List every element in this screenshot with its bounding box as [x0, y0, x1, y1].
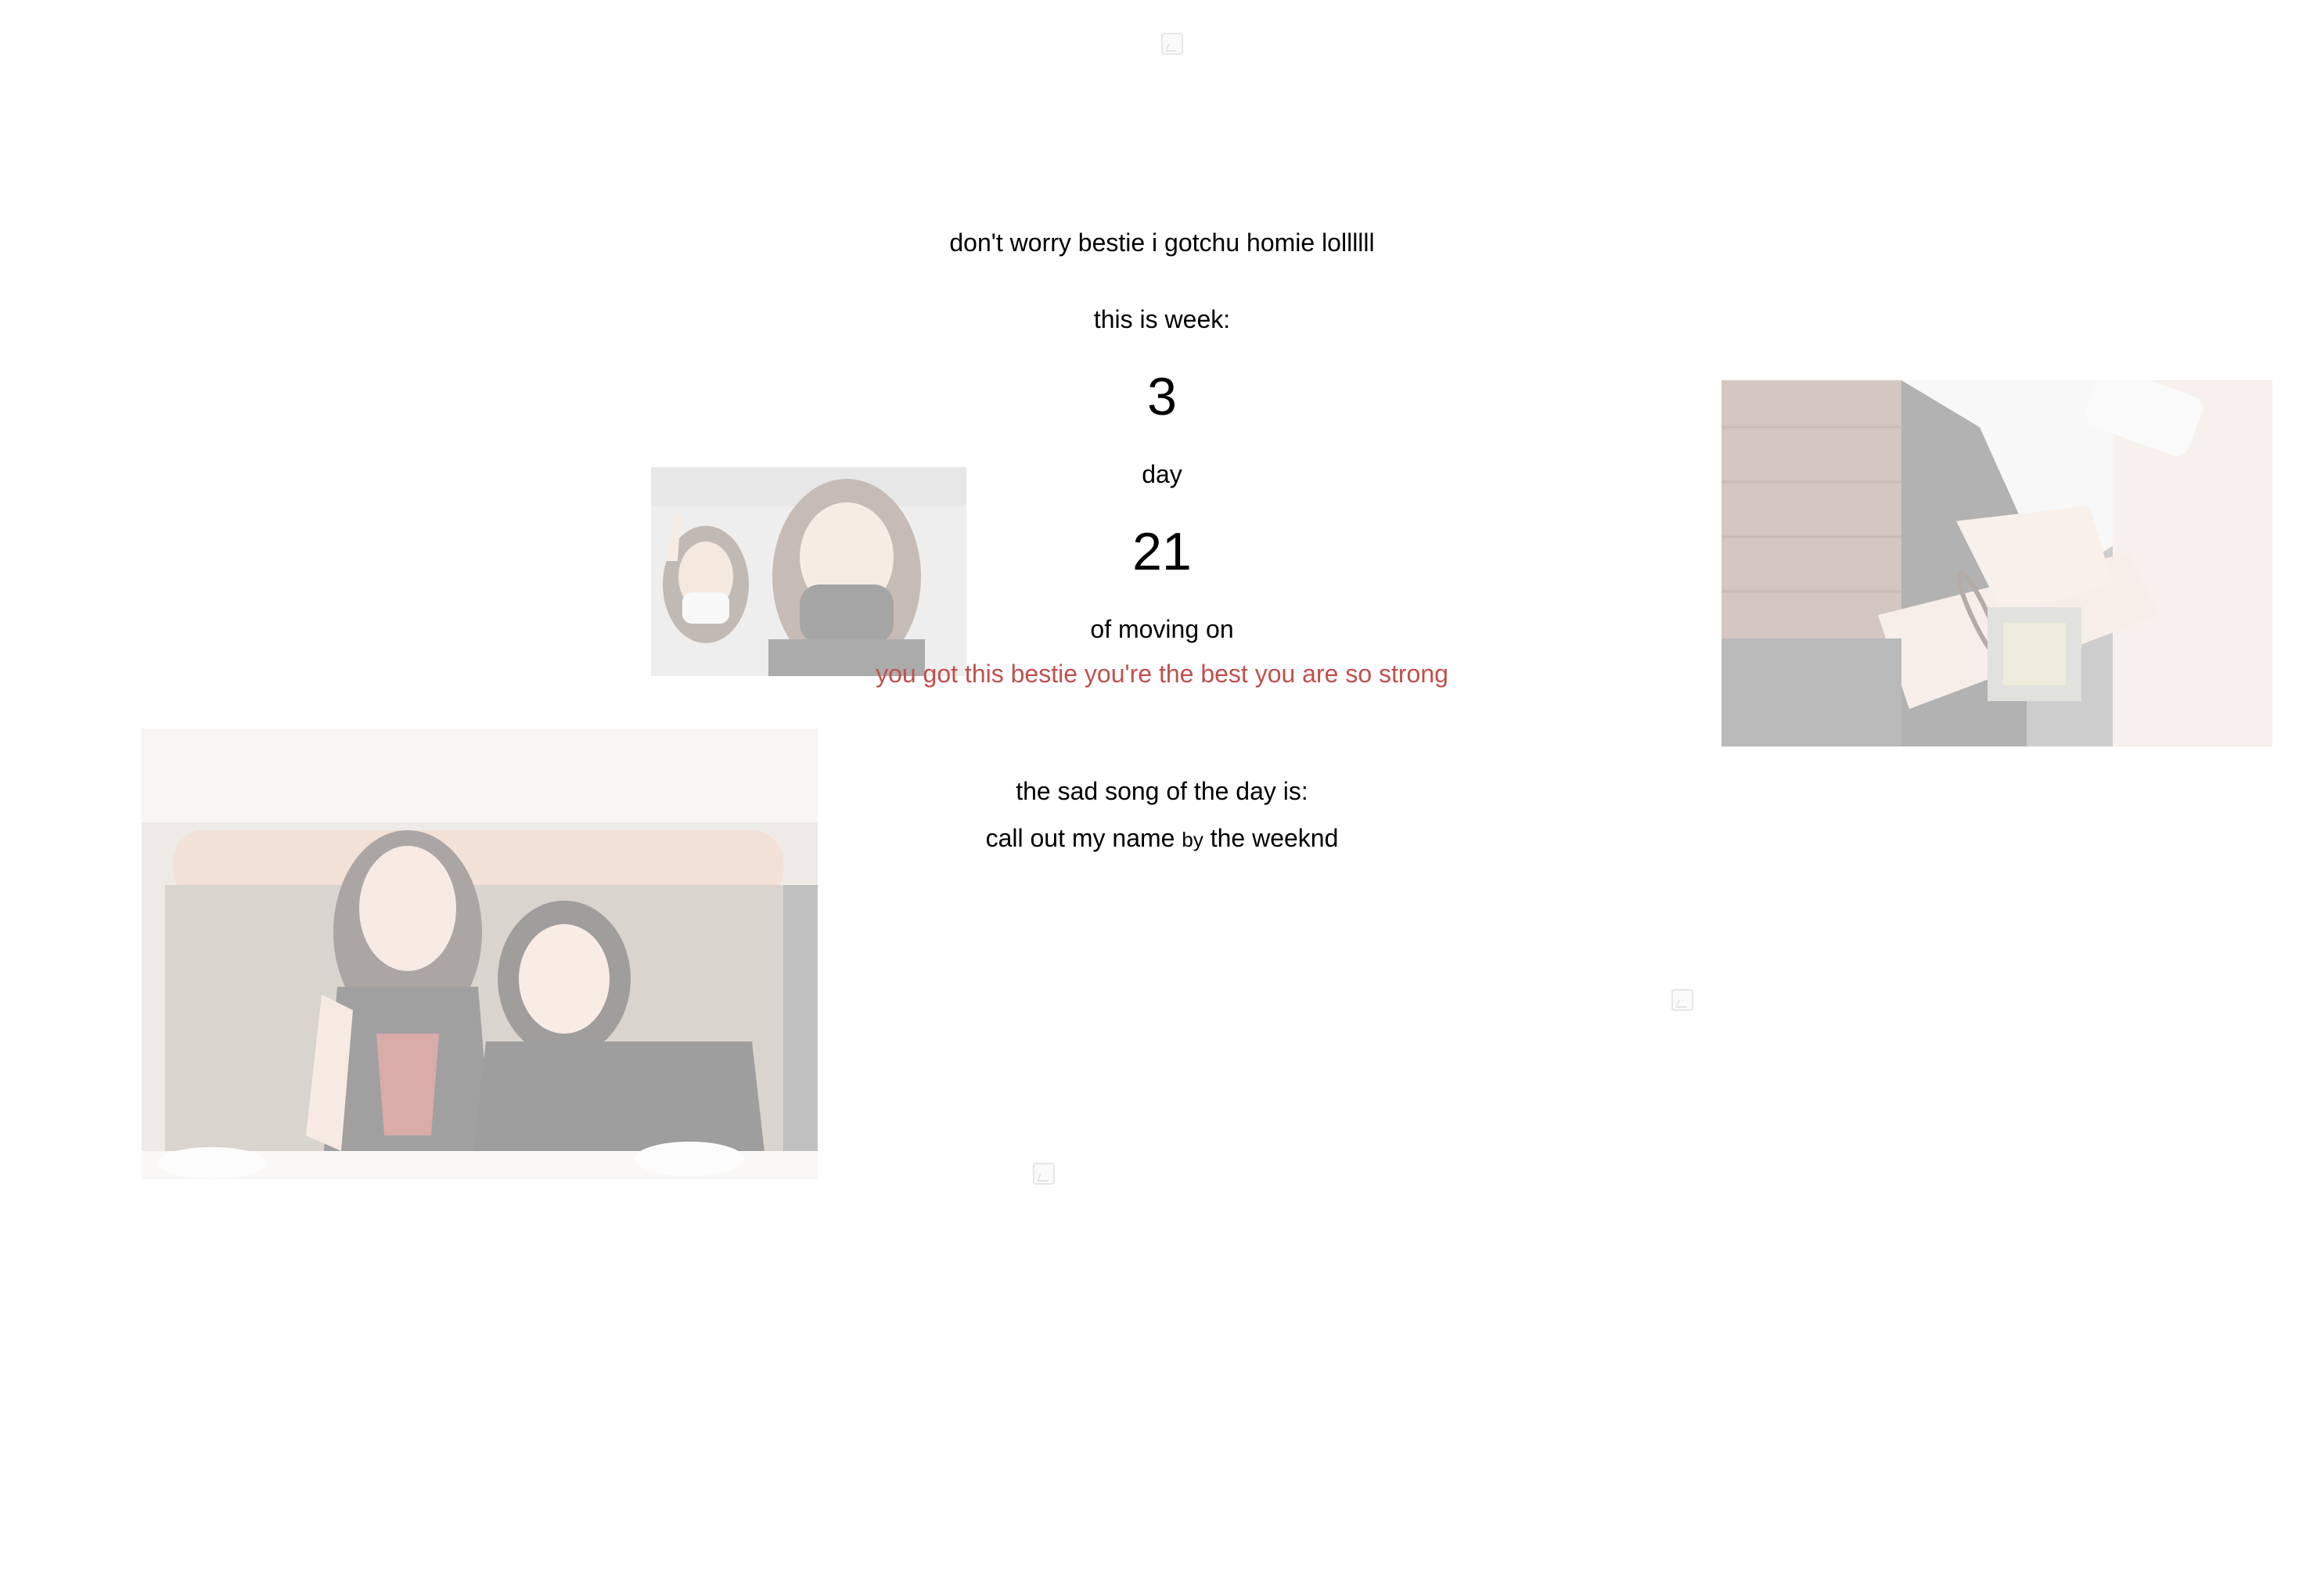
day-number: 21	[1132, 522, 1192, 581]
moving-on-label: of moving on	[1090, 615, 1234, 643]
week-label: this is week:	[1093, 305, 1231, 333]
song-artist: the weeknd	[1210, 824, 1339, 852]
day-label: day	[1142, 460, 1182, 488]
song-title: call out my name	[985, 824, 1175, 852]
week-number: 3	[1147, 367, 1177, 426]
song-line: call out my name by the weeknd	[0, 826, 2324, 851]
broken-image-icon-bottom	[1033, 1163, 1055, 1185]
reassurance-text: don't worry bestie i gotchu homie lollll…	[949, 228, 1375, 257]
broken-image-icon-right	[1671, 989, 1693, 1011]
song-by: by	[1182, 828, 1203, 851]
broken-image-icon-top	[1161, 33, 1183, 55]
encouragement-text: you got this bestie you're the best you …	[876, 660, 1448, 688]
song-label: the sad song of the day is:	[1016, 777, 1308, 805]
